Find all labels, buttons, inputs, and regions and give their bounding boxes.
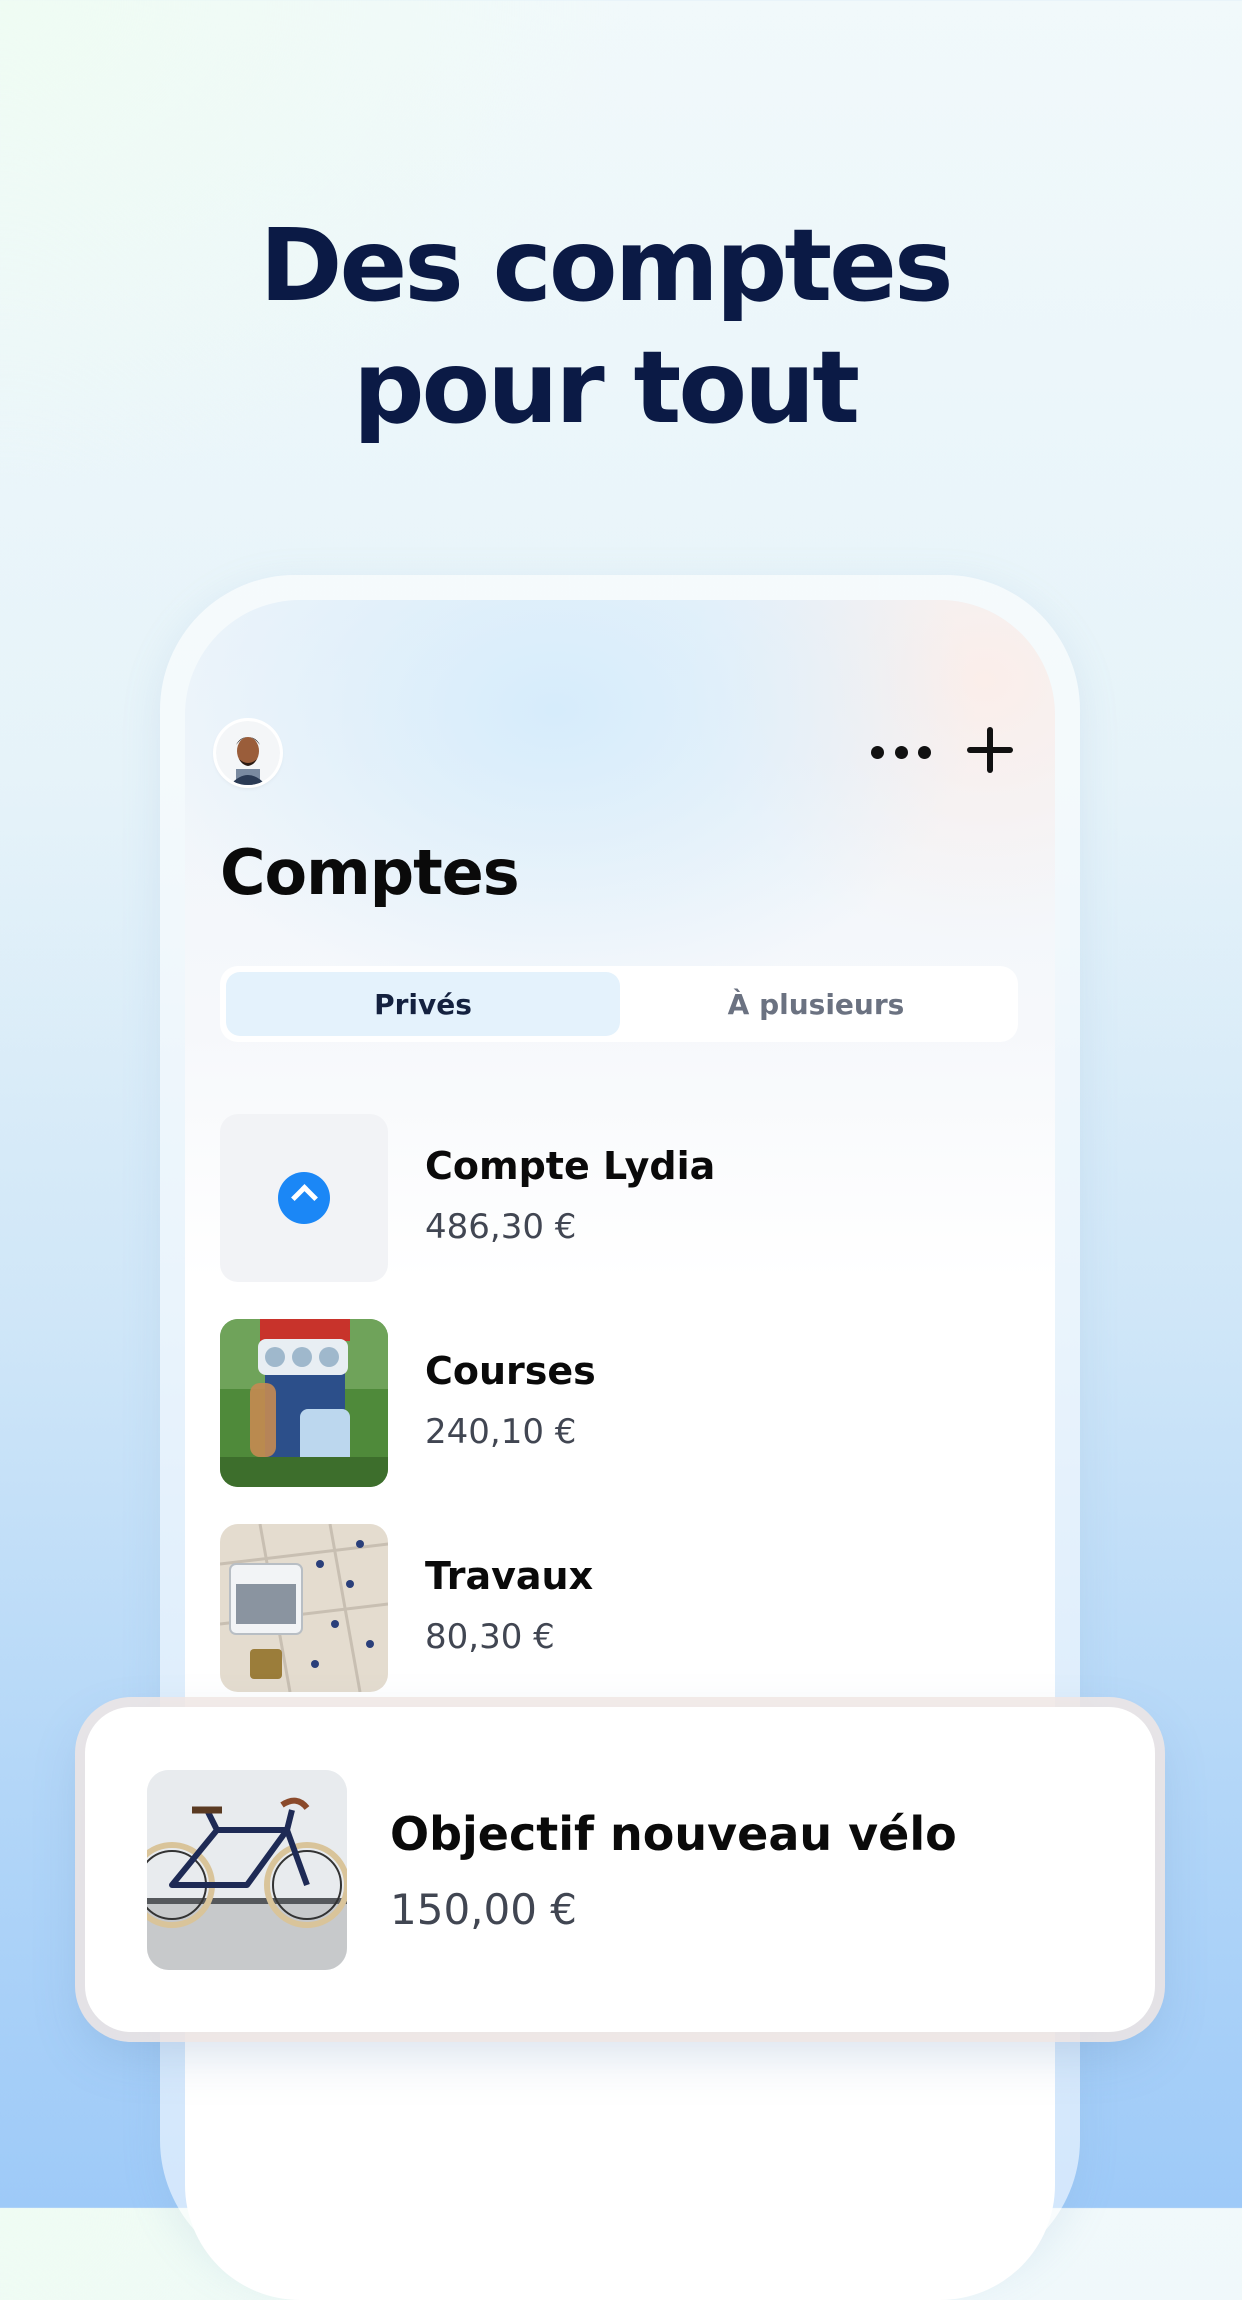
more-horizontal-icon[interactable] <box>871 732 931 772</box>
account-name: Courses <box>425 1349 596 1393</box>
phone-screen: Comptes Privés À plusieurs Compte Lydia … <box>185 600 1055 2300</box>
user-avatar-icon[interactable] <box>216 721 280 785</box>
plus-icon[interactable] <box>965 725 1015 775</box>
page-title: Comptes <box>220 836 520 909</box>
account-name: Compte Lydia <box>425 1144 716 1188</box>
featured-account-card[interactable]: Objectif nouveau vélo 150,00 € <box>85 1707 1155 2032</box>
account-name: Travaux <box>425 1554 594 1598</box>
account-row-travaux[interactable]: Travaux 80,30 € <box>220 1524 1020 1694</box>
account-amount: 240,10 € <box>425 1412 577 1452</box>
tab-a-plusieurs[interactable]: À plusieurs <box>620 972 1012 1036</box>
headline-line-2: pour tout <box>352 329 860 446</box>
renovation-photo <box>220 1524 388 1692</box>
featured-account-name: Objectif nouveau vélo <box>390 1807 957 1861</box>
featured-account-amount: 150,00 € <box>390 1885 578 1934</box>
lydia-thumbnail <box>220 1114 388 1282</box>
lydia-logo-icon <box>278 1172 330 1224</box>
headline: Des comptes pour tout <box>0 205 1210 449</box>
groceries-photo <box>220 1319 388 1487</box>
headline-line-1: Des comptes <box>259 207 953 324</box>
account-row-courses[interactable]: Courses 240,10 € <box>220 1319 1020 1489</box>
tab-prives[interactable]: Privés <box>226 972 620 1036</box>
account-amount: 80,30 € <box>425 1617 555 1657</box>
account-row-lydia[interactable]: Compte Lydia 486,30 € <box>220 1114 1020 1284</box>
account-amount: 486,30 € <box>425 1207 577 1247</box>
bicycle-photo <box>147 1770 347 1970</box>
account-type-tabs: Privés À plusieurs <box>220 966 1018 1042</box>
